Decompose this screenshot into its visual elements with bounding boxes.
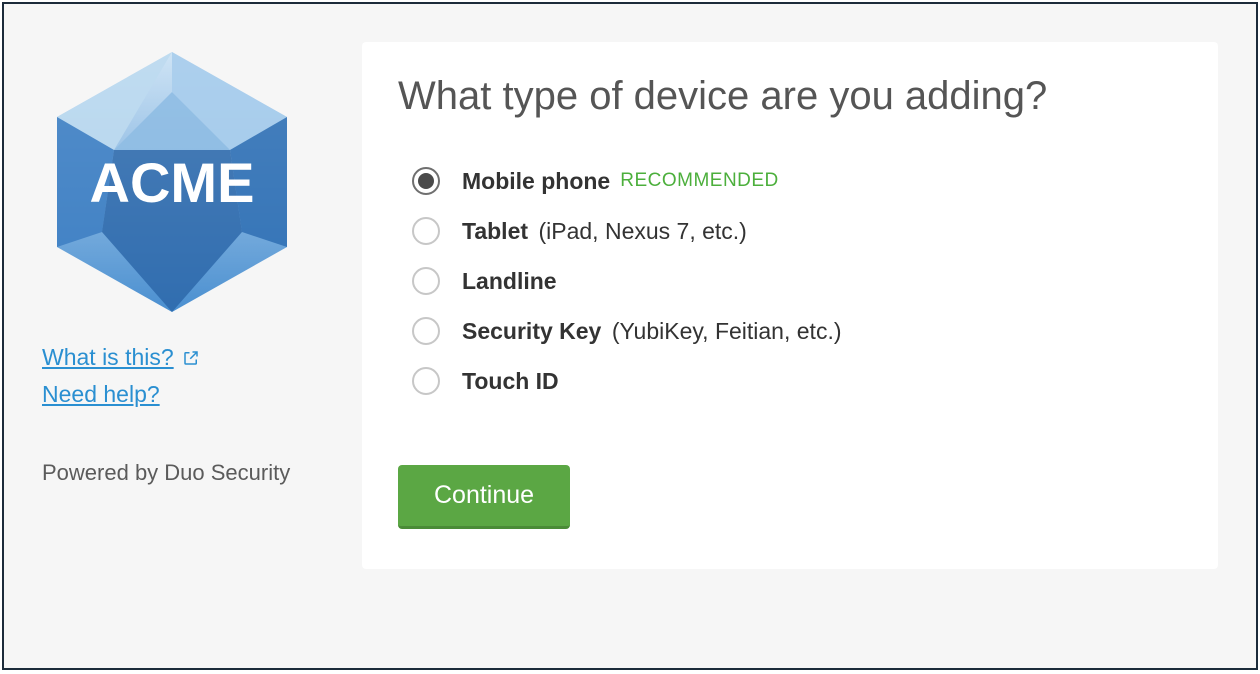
need-help-label: Need help?	[42, 381, 160, 408]
option-hint: (YubiKey, Feitian, etc.)	[612, 318, 842, 344]
continue-button[interactable]: Continue	[398, 465, 570, 529]
radio-tablet[interactable]	[412, 217, 440, 245]
option-landline[interactable]: Landline	[412, 267, 1182, 295]
svg-text:ACME: ACME	[90, 151, 255, 214]
recommended-badge: RECOMMENDED	[620, 170, 779, 192]
option-tablet[interactable]: Tablet (iPad, Nexus 7, etc.)	[412, 217, 1182, 245]
acme-hexagon-icon: ACME	[42, 42, 302, 322]
what-is-this-label: What is this?	[42, 344, 174, 371]
option-security-key[interactable]: Security Key (YubiKey, Feitian, etc.)	[412, 317, 1182, 345]
radio-mobile-phone[interactable]	[412, 167, 440, 195]
page-heading: What type of device are you adding?	[398, 74, 1182, 119]
radio-touch-id[interactable]	[412, 367, 440, 395]
need-help-link[interactable]: Need help?	[42, 381, 160, 408]
external-link-icon	[182, 349, 200, 367]
option-label: Touch ID	[462, 368, 559, 395]
option-mobile-phone[interactable]: Mobile phone RECOMMENDED	[412, 167, 1182, 195]
radio-security-key[interactable]	[412, 317, 440, 345]
device-type-options: Mobile phone RECOMMENDED Tablet (iPad, N…	[412, 167, 1182, 395]
option-label: Mobile phone	[462, 168, 610, 195]
option-label: Security Key	[462, 318, 601, 344]
enrollment-frame: ACME What is this? Need help?	[2, 2, 1258, 670]
what-is-this-link[interactable]: What is this?	[42, 344, 200, 371]
option-touch-id[interactable]: Touch ID	[412, 367, 1182, 395]
brand-logo: ACME	[42, 42, 302, 332]
radio-landline[interactable]	[412, 267, 440, 295]
option-label: Tablet	[462, 218, 528, 244]
help-links: What is this? Need help?	[42, 344, 342, 418]
option-hint: (iPad, Nexus 7, etc.)	[538, 218, 746, 244]
sidebar: ACME What is this? Need help?	[42, 42, 362, 630]
main-panel: What type of device are you adding? Mobi…	[362, 42, 1218, 569]
option-label: Landline	[462, 268, 557, 295]
powered-by-text: Powered by Duo Security	[42, 460, 342, 486]
